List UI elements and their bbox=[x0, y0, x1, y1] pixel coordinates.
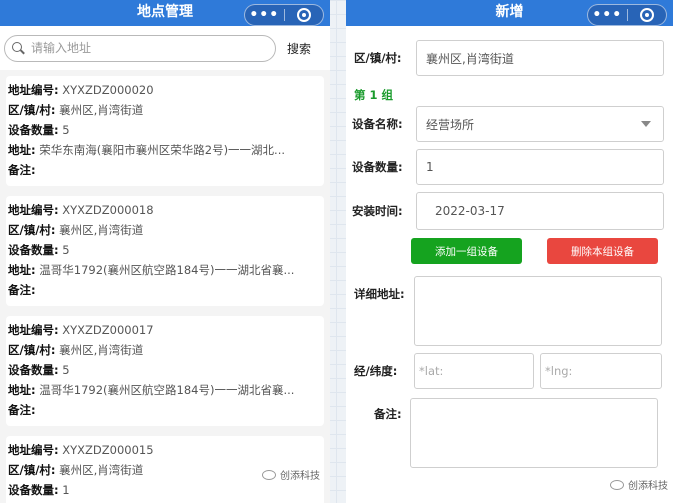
detail-address-row: 详细地址: bbox=[350, 264, 667, 346]
coords-row: 经/纬度: *lat: *lng: bbox=[350, 346, 667, 389]
navbar: 地点管理 ••• bbox=[0, 0, 330, 26]
district-picker[interactable]: 襄州区,肖湾街道 bbox=[416, 40, 664, 76]
address-value: 温哥华1792(襄州区航空路184号)一一湖北省襄... bbox=[39, 383, 295, 397]
install-time-row: 安装时间: 2022-03-17 bbox=[350, 185, 667, 230]
list-item[interactable]: 地址编号: XYXZDZ000018 区/镇/村: 襄州区,肖湾街道 设备数量:… bbox=[6, 196, 324, 306]
watermark-text: 创添科技 bbox=[280, 471, 320, 482]
address-value: 荣华东南海(襄阳市襄州区荣华路2号)一一湖北... bbox=[39, 143, 286, 157]
search-bar: 搜索 bbox=[0, 26, 330, 70]
count-value: 5 bbox=[62, 243, 70, 257]
remark-row: 备注: bbox=[8, 403, 36, 417]
search-button[interactable]: 搜索 bbox=[287, 40, 311, 57]
more-menu-button[interactable]: ••• bbox=[245, 6, 284, 24]
address-row: 地址: 温哥华1792(襄州区航空路184号)一一湖北省襄... bbox=[8, 263, 295, 277]
install-time-picker[interactable]: 2022-03-17 bbox=[416, 192, 664, 230]
device-count-input[interactable]: 1 bbox=[416, 149, 664, 185]
mini-program-capsule: ••• bbox=[587, 4, 667, 26]
target-icon bbox=[296, 8, 311, 22]
location-management-screen: 地点管理 ••• 搜索 地址编号: XYXZDZ000020 区/镇/村: 襄州… bbox=[0, 0, 330, 503]
lat-placeholder: *lat: bbox=[419, 364, 444, 378]
search-icon bbox=[12, 41, 25, 55]
remark-label: 备注: bbox=[374, 407, 402, 421]
address-row: 地址: 温哥华1792(襄州区航空路184号)一一湖北省襄... bbox=[8, 383, 295, 397]
close-miniprogram-button[interactable] bbox=[628, 8, 667, 22]
district-row: 区/镇/村: 襄州区,肖湾街道 bbox=[8, 223, 144, 237]
watermark: 创添科技 bbox=[262, 467, 320, 482]
district-label: 区/镇/村: bbox=[354, 51, 402, 65]
watermark: 创添科技 bbox=[610, 477, 668, 492]
code-row: 地址编号: XYXZDZ000018 bbox=[8, 203, 154, 217]
coords-label: 经/纬度: bbox=[354, 364, 398, 378]
code-row: 地址编号: XYXZDZ000015 bbox=[8, 443, 154, 457]
install-time-label: 安装时间: bbox=[352, 204, 403, 218]
wechat-icon bbox=[610, 479, 624, 490]
count-value: 5 bbox=[62, 363, 70, 377]
address-row: 地址: 荣华东南海(襄阳市襄州区荣华路2号)一一湖北... bbox=[8, 143, 286, 157]
count-row: 设备数量: 5 bbox=[8, 123, 70, 137]
code-value: XYXZDZ000015 bbox=[62, 443, 154, 457]
district-field-row: 区/镇/村: 襄州区,肖湾街道 bbox=[350, 26, 667, 76]
device-count-label: 设备数量: bbox=[352, 160, 403, 174]
district-value: 襄州区,肖湾街道 bbox=[59, 223, 144, 237]
add-form: 区/镇/村: 襄州区,肖湾街道 第 1 组 设备名称: 经营场所 设备数量: 1 bbox=[346, 26, 673, 503]
district-value: 襄州区,肖湾街道 bbox=[426, 51, 514, 66]
navbar: 新增 ••• bbox=[346, 0, 673, 26]
search-box bbox=[4, 34, 276, 62]
detail-address-label: 详细地址: bbox=[354, 287, 405, 301]
list-item[interactable]: 地址编号: XYXZDZ000020 区/镇/村: 襄州区,肖湾街道 设备数量:… bbox=[6, 76, 324, 186]
device-count-row: 设备数量: 1 bbox=[350, 142, 667, 185]
lat-input[interactable]: *lat: bbox=[414, 353, 534, 389]
code-value: XYXZDZ000020 bbox=[62, 83, 154, 97]
code-row: 地址编号: XYXZDZ000020 bbox=[8, 83, 154, 97]
district-value: 襄州区,肖湾街道 bbox=[59, 103, 144, 117]
delete-group-button[interactable]: 删除本组设备 bbox=[547, 238, 658, 264]
device-name-row: 设备名称: 经营场所 bbox=[350, 102, 667, 142]
more-menu-button[interactable]: ••• bbox=[588, 6, 627, 24]
page-title: 地点管理 bbox=[137, 4, 193, 20]
code-value: XYXZDZ000018 bbox=[62, 203, 154, 217]
remark-row: 备注: bbox=[8, 283, 36, 297]
add-location-screen: 新增 ••• 区/镇/村: 襄州区,肖湾街道 第 1 组 设备名称: 经营场所 bbox=[346, 0, 673, 503]
count-value: 5 bbox=[62, 123, 70, 137]
lng-placeholder: *lng: bbox=[545, 364, 573, 378]
watermark-text: 创添科技 bbox=[628, 481, 668, 492]
add-group-button[interactable]: 添加一组设备 bbox=[411, 238, 522, 264]
address-value: 温哥华1792(襄州区航空路184号)一一湖北省襄... bbox=[39, 263, 295, 277]
chevron-down-icon bbox=[641, 121, 651, 127]
district-row: 区/镇/村: 襄州区,肖湾街道 bbox=[8, 343, 144, 357]
device-count-value: 1 bbox=[426, 160, 434, 174]
count-row: 设备数量: 1 bbox=[8, 483, 70, 497]
remark-row: 备注: bbox=[8, 163, 36, 177]
location-list: 地址编号: XYXZDZ000020 区/镇/村: 襄州区,肖湾街道 设备数量:… bbox=[0, 70, 330, 503]
group-action-row: 添加一组设备 删除本组设备 bbox=[350, 230, 667, 264]
detail-address-textarea[interactable] bbox=[414, 276, 662, 346]
remark-textarea[interactable] bbox=[410, 398, 658, 468]
count-row: 设备数量: 5 bbox=[8, 243, 70, 257]
target-icon bbox=[639, 8, 654, 22]
lng-input[interactable]: *lng: bbox=[540, 353, 662, 389]
install-time-value: 2022-03-17 bbox=[435, 204, 505, 218]
wechat-icon bbox=[262, 469, 276, 480]
district-value: 襄州区,肖湾街道 bbox=[59, 463, 144, 477]
mini-program-capsule: ••• bbox=[244, 4, 324, 26]
district-value: 襄州区,肖湾街道 bbox=[59, 343, 144, 357]
count-row: 设备数量: 5 bbox=[8, 363, 70, 377]
remark-row: 备注: bbox=[350, 389, 667, 468]
code-row: 地址编号: XYXZDZ000017 bbox=[8, 323, 154, 337]
district-row: 区/镇/村: 襄州区,肖湾街道 bbox=[8, 103, 144, 117]
count-value: 1 bbox=[62, 483, 70, 497]
page-title: 新增 bbox=[495, 4, 524, 20]
device-name-label: 设备名称: bbox=[352, 117, 403, 131]
search-input[interactable] bbox=[31, 41, 261, 55]
device-name-value: 经营场所 bbox=[426, 117, 475, 132]
device-name-select[interactable]: 经营场所 bbox=[416, 106, 664, 142]
list-item[interactable]: 地址编号: XYXZDZ000017 区/镇/村: 襄州区,肖湾街道 设备数量:… bbox=[6, 316, 324, 426]
code-value: XYXZDZ000017 bbox=[62, 323, 154, 337]
group-title-row: 第 1 组 bbox=[350, 76, 667, 102]
group-title: 第 1 组 bbox=[354, 88, 394, 102]
close-miniprogram-button[interactable] bbox=[285, 8, 324, 22]
